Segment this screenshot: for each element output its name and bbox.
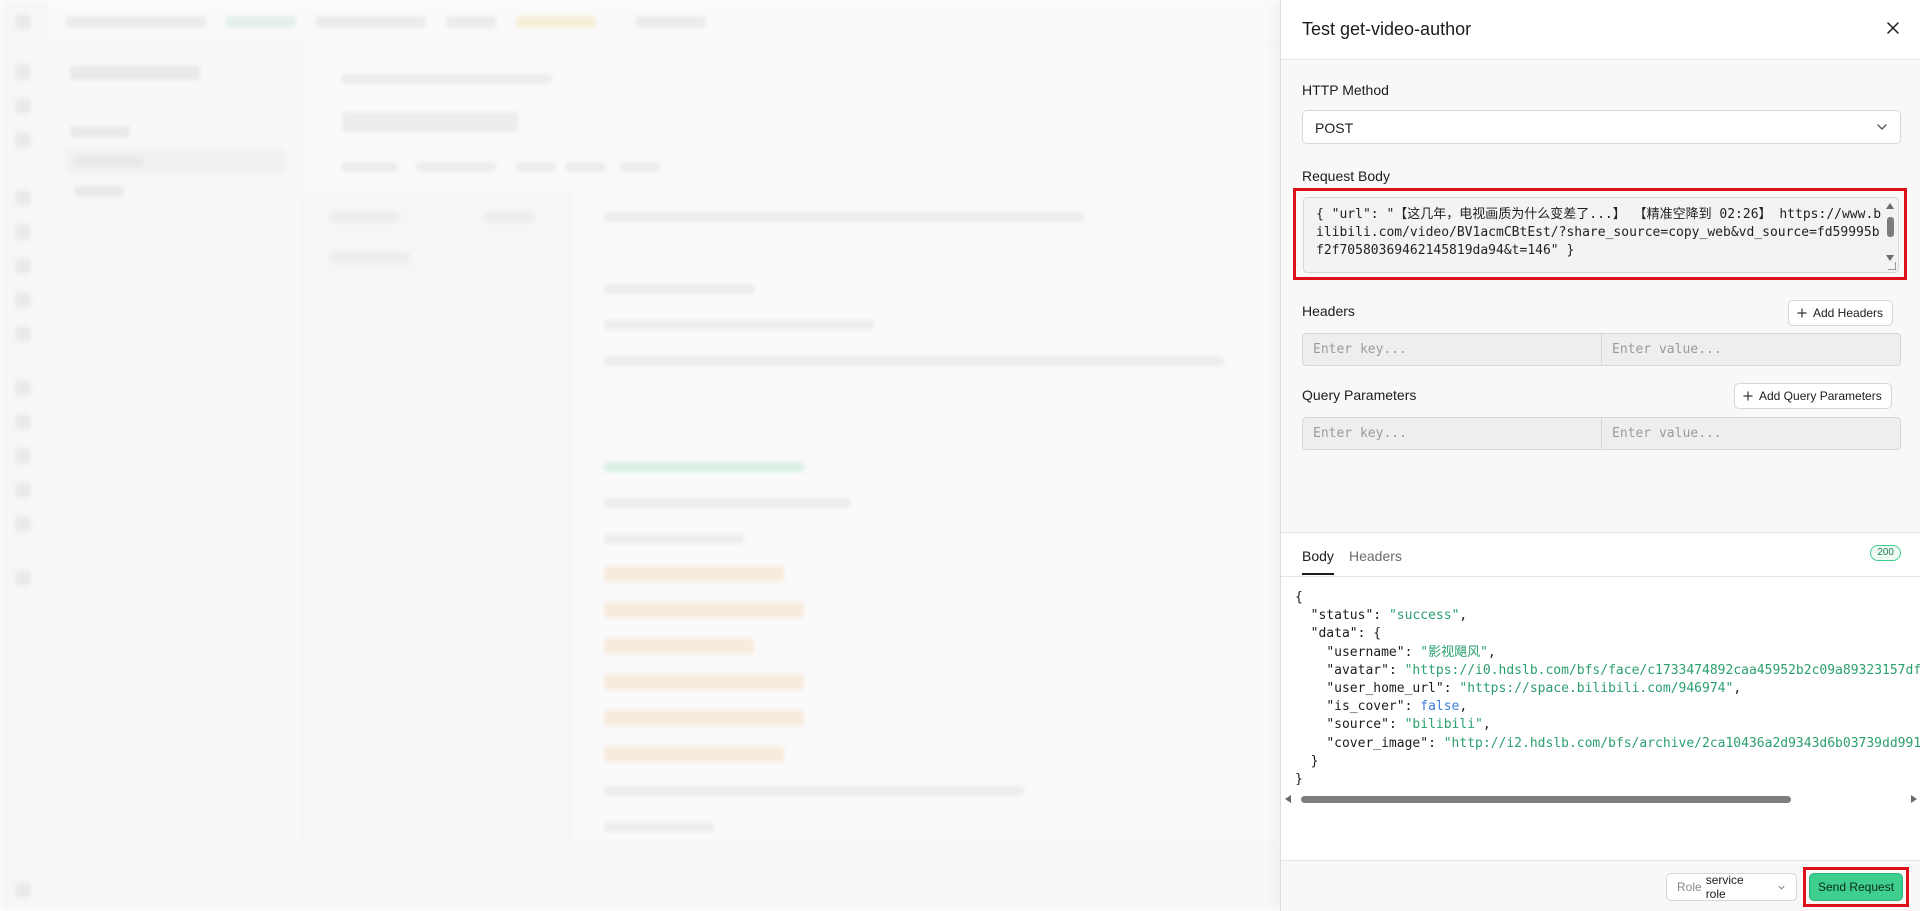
json-avatar: https://i0.hdslb.com/bfs/face/c173347489… — [1412, 662, 1920, 678]
close-button[interactable] — [1881, 16, 1905, 40]
active-tab-indicator — [1302, 573, 1334, 575]
add-query-params-label: Add Query Parameters — [1759, 389, 1882, 403]
send-request-button[interactable]: Send Request — [1809, 873, 1903, 901]
drawer-footer: Role service role Send Request — [1281, 860, 1920, 911]
chevron-down-icon — [1877, 124, 1887, 130]
header-row — [1302, 333, 1901, 366]
json-user-home-url: https://space.bilibili.com/946974 — [1467, 681, 1726, 697]
resize-handle-icon[interactable] — [1888, 262, 1896, 270]
request-body-label: Request Body — [1302, 168, 1390, 184]
response-panel: Body Headers 200 { "status": "success", … — [1281, 533, 1920, 860]
query-params-label: Query Parameters — [1302, 387, 1417, 403]
json-is-cover: false — [1420, 699, 1460, 715]
query-value-input[interactable] — [1602, 418, 1900, 449]
json-status: success — [1396, 608, 1452, 624]
role-value: service role — [1705, 873, 1744, 901]
plus-icon — [1743, 391, 1753, 401]
query-key-input[interactable] — [1303, 418, 1601, 449]
json-cover-image: http://i2.hdslb.com/bfs/archive/2ca10436… — [1451, 735, 1920, 751]
response-tabs: Body Headers 200 — [1281, 533, 1920, 577]
tab-headers[interactable]: Headers — [1349, 548, 1402, 564]
role-label: Role — [1677, 880, 1702, 894]
add-headers-button[interactable]: Add Headers — [1788, 300, 1894, 326]
request-body-textarea[interactable]: { "url": "【这几年，电视画质为什么变差了...】 【精准空降到 02:… — [1303, 197, 1899, 273]
tab-body[interactable]: Body — [1302, 548, 1334, 564]
plus-icon — [1797, 308, 1807, 318]
response-body-code: { "status": "success", "data": { "userna… — [1295, 590, 1920, 785]
request-config: HTTP Method POST Request Body { "url": "… — [1281, 60, 1920, 533]
http-method-select[interactable]: POST — [1302, 110, 1901, 144]
json-source: bilibili — [1412, 717, 1476, 733]
test-drawer: Test get-video-author HTTP Method POST R… — [1280, 0, 1920, 911]
bg-topbar — [46, 0, 1280, 44]
add-headers-label: Add Headers — [1813, 306, 1884, 320]
query-param-row — [1302, 417, 1901, 450]
drawer-header: Test get-video-author — [1281, 0, 1920, 60]
role-select[interactable]: Role service role — [1666, 873, 1797, 901]
request-body-text: { "url": "【这几年，电视画质为什么变差了...】 【精准空降到 02:… — [1316, 207, 1882, 258]
header-value-input[interactable] — [1602, 334, 1900, 365]
add-query-params-button[interactable]: Add Query Parameters — [1734, 383, 1892, 409]
chevron-down-icon — [1778, 885, 1785, 890]
background-app — [0, 0, 1280, 911]
http-method-label: HTTP Method — [1302, 82, 1389, 98]
http-method-value: POST — [1315, 120, 1354, 136]
bg-sidebar — [46, 44, 304, 911]
header-key-input[interactable] — [1303, 334, 1601, 365]
bg-nav-rail — [0, 0, 46, 911]
horizontal-scrollbar[interactable] — [1281, 792, 1920, 806]
close-icon — [1887, 22, 1899, 34]
drawer-title: Test get-video-author — [1302, 19, 1472, 39]
status-badge: 200 — [1870, 545, 1901, 561]
headers-label: Headers — [1302, 303, 1355, 319]
json-username: 影视飓风 — [1428, 644, 1481, 660]
